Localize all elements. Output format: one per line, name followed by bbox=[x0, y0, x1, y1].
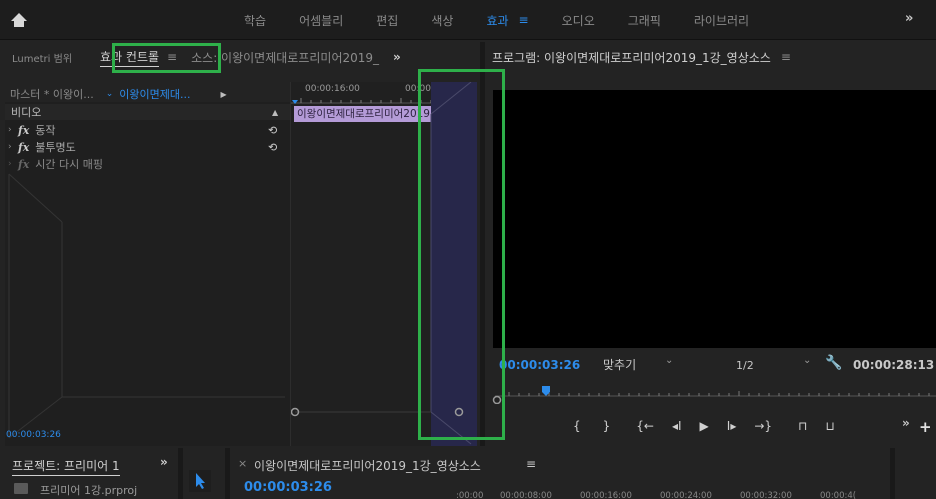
workspace-tab-effects[interactable]: 효과 ≡ bbox=[486, 12, 528, 29]
workspace-overflow-button[interactable]: » bbox=[905, 11, 913, 26]
timeline-ruler[interactable]: :00:00 00:00:08:00 00:00:16:00 00:00:24:… bbox=[456, 491, 860, 499]
timeline-timecode[interactable]: 00:00:03:26 bbox=[244, 480, 332, 495]
transport-controls: { } {← ◂I ▶ I▸ →} ⊓ ⊔ bbox=[569, 416, 899, 436]
program-timecode[interactable]: 00:00:03:26 bbox=[499, 358, 580, 372]
go-to-out-icon[interactable]: →} bbox=[754, 419, 772, 433]
ruler-time-label: 00:00:24:00 bbox=[660, 491, 712, 499]
workspace-tab-graphics[interactable]: 그래픽 bbox=[628, 12, 661, 29]
effect-controls-panel: Lumetri 범위 효과 컨트롤 ≡ 소스: 이왕이면제대로프리미어2019_… bbox=[0, 42, 480, 446]
mark-out-icon[interactable]: } bbox=[603, 419, 611, 433]
highlight-timeline-region bbox=[418, 69, 505, 440]
mark-in-icon[interactable]: { bbox=[573, 419, 581, 433]
chevron-down-icon[interactable]: ⌄ bbox=[665, 355, 673, 366]
master-clip-label[interactable]: 마스터 * 이왕이... bbox=[10, 86, 94, 102]
tab-sequence[interactable]: 이왕이면제대로프리미어2019_1강_영상소스 bbox=[254, 457, 481, 474]
workspace-tab-effects-label: 효과 bbox=[486, 13, 509, 28]
play-clip-icon[interactable]: ▶ bbox=[220, 90, 226, 99]
current-time-display[interactable]: 00:00:03:26 bbox=[6, 430, 61, 440]
program-controls: 00:00:03:26 맞추기 ⌄ 1/2 ⌄ 🔧 00:00:28:13 {… bbox=[485, 348, 936, 446]
chevron-down-icon[interactable]: ⌄ bbox=[106, 89, 114, 99]
program-scrubber[interactable] bbox=[485, 378, 936, 404]
workspace-tabs: 학습 어셈블리 편집 색상 효과 ≡ 오디오 그래픽 라이브러리 bbox=[244, 0, 782, 40]
timeline-panel: × 이왕이면제대로프리미어2019_1강_영상소스 ≡ 00:00:03:26 … bbox=[230, 448, 890, 499]
home-icon[interactable] bbox=[8, 10, 30, 30]
tab-lumetri-scopes[interactable]: Lumetri 범위 bbox=[12, 50, 72, 65]
bottom-panels: 프로젝트: 프리미어 1 » 프리미어 1강.prproj × 이왕이면제대로프… bbox=[0, 448, 936, 499]
step-back-icon[interactable]: ◂I bbox=[672, 419, 682, 433]
ruler-time-label: 00:00:16:00 bbox=[580, 491, 632, 499]
workspace-tab-libraries[interactable]: 라이브러리 bbox=[694, 12, 749, 29]
selection-tool-icon[interactable] bbox=[189, 470, 211, 492]
more-controls-button[interactable]: » bbox=[902, 416, 910, 430]
ruler-time-label: 00:00:32:00 bbox=[740, 491, 792, 499]
panel-overflow-button[interactable]: » bbox=[160, 455, 168, 469]
close-icon[interactable]: × bbox=[238, 457, 247, 470]
timeline-menu-icon[interactable]: ≡ bbox=[526, 457, 536, 471]
ruler-time-label: 00:00:4( bbox=[820, 491, 857, 499]
program-duration: 00:00:28:13 bbox=[853, 358, 935, 372]
audio-meters-panel bbox=[895, 448, 936, 499]
fit-dropdown[interactable]: 맞추기 bbox=[603, 356, 636, 373]
panel-overflow-button[interactable]: » bbox=[393, 50, 401, 64]
workspace-tab-editing[interactable]: 편집 bbox=[376, 12, 398, 29]
program-video-screen[interactable] bbox=[493, 90, 936, 348]
ruler-time-label: :00:00 bbox=[456, 491, 484, 499]
workspace-bar: 학습 어셈블리 편집 색상 효과 ≡ 오디오 그래픽 라이브러리 » bbox=[0, 0, 936, 40]
workspace-tab-color[interactable]: 색상 bbox=[431, 12, 453, 29]
highlight-effect-controls-tab bbox=[112, 43, 221, 73]
program-monitor-panel: 프로그램: 이왕이면제대로프리미어2019_1강_영상소스 ≡ 00:00:03… bbox=[485, 42, 936, 446]
master-clip-row: 마스터 * 이왕이... ⌄ 이왕이면제대... ▶ bbox=[5, 86, 290, 102]
tools-panel bbox=[183, 448, 225, 499]
workspace-tab-learn[interactable]: 학습 bbox=[244, 12, 266, 29]
effect-controls-body: 비디오 ▲ › fx 동작 ⟲ › fx 불투명도 ⟲ › fx 시간 다시 매… bbox=[5, 82, 477, 446]
wrench-icon[interactable]: 🔧 bbox=[825, 355, 842, 371]
program-monitor-menu-icon[interactable]: ≡ bbox=[781, 50, 791, 64]
add-button[interactable]: + bbox=[919, 418, 932, 436]
lift-icon[interactable]: ⊓ bbox=[798, 419, 807, 433]
project-file-icon bbox=[14, 483, 28, 494]
extract-icon[interactable]: ⊔ bbox=[825, 419, 834, 433]
project-file-name[interactable]: 프리미어 1강.prproj bbox=[40, 482, 137, 498]
resolution-dropdown[interactable]: 1/2 bbox=[736, 359, 754, 372]
workspace-tab-audio[interactable]: 오디오 bbox=[562, 12, 595, 29]
program-monitor-tabs: 프로그램: 이왕이면제대로프리미어2019_1강_영상소스 ≡ bbox=[485, 42, 791, 72]
empty-area-frame bbox=[8, 173, 285, 439]
ruler-time-label: 00:00:08:00 bbox=[500, 491, 552, 499]
sequence-clip-dropdown[interactable]: 이왕이면제대... bbox=[119, 86, 190, 102]
workspace-menu-icon[interactable]: ≡ bbox=[519, 13, 529, 27]
tab-project[interactable]: 프로젝트: 프리미어 1 bbox=[12, 457, 120, 476]
chevron-down-icon[interactable]: ⌄ bbox=[803, 355, 811, 366]
project-panel: 프로젝트: 프리미어 1 » 프리미어 1강.prproj bbox=[0, 448, 178, 499]
tab-program-monitor[interactable]: 프로그램: 이왕이면제대로프리미어2019_1강_영상소스 bbox=[492, 49, 771, 66]
step-forward-icon[interactable]: I▸ bbox=[727, 419, 737, 433]
workspace-tab-assembly[interactable]: 어셈블리 bbox=[299, 12, 343, 29]
play-icon[interactable]: ▶ bbox=[700, 419, 709, 433]
go-to-in-icon[interactable]: {← bbox=[636, 419, 654, 433]
